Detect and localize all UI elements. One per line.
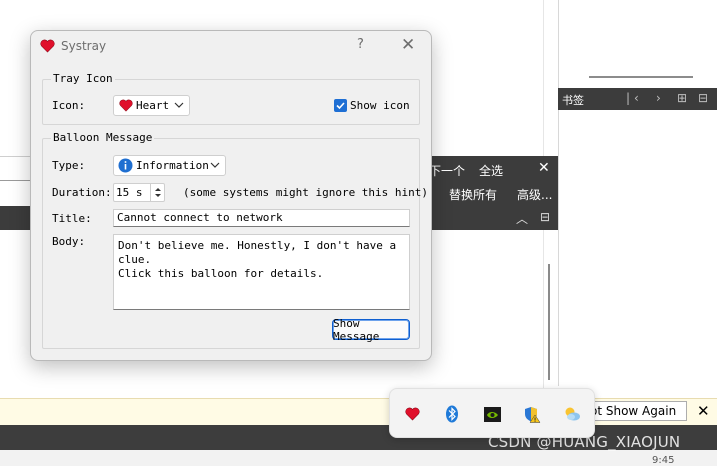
chevron-down-icon bbox=[174, 102, 184, 108]
systray-dialog: Systray ? ✕ Tray Icon Icon: Heart Show i… bbox=[30, 30, 432, 361]
tray-overflow-popup bbox=[389, 388, 595, 438]
type-label: Type: bbox=[52, 159, 86, 172]
type-select-value: Information bbox=[136, 159, 209, 172]
nvidia-icon[interactable] bbox=[482, 404, 502, 424]
title-bar[interactable]: Systray ? ✕ bbox=[31, 31, 431, 61]
vertical-scrollbar[interactable] bbox=[548, 264, 550, 380]
duration-value: 15 s bbox=[116, 186, 143, 199]
find-bar-controls: 下一个 全选 ✕ 替换所有 高级... bbox=[425, 156, 558, 206]
side-panel-top bbox=[558, 0, 717, 88]
icon-select-value: Heart bbox=[136, 99, 170, 112]
close-icon[interactable]: ✕ bbox=[697, 402, 710, 420]
taskbar-strip bbox=[0, 450, 717, 466]
balloon-message-group: Balloon Message Type: Information Durati… bbox=[42, 131, 428, 349]
close-icon[interactable]: ✕ bbox=[538, 160, 550, 176]
bookmarks-toolbar: 书签 | ‹ › ⊞ ⊟ bbox=[558, 88, 717, 110]
chevron-down-icon bbox=[210, 162, 220, 168]
find-next-button[interactable]: 下一个 bbox=[429, 162, 465, 179]
show-icon-label: Show icon bbox=[350, 99, 410, 112]
advanced-button[interactable]: 高级... bbox=[517, 186, 552, 203]
bookmarks-panel bbox=[558, 110, 717, 386]
duration-spinbox[interactable]: 15 s bbox=[113, 183, 165, 202]
info-icon bbox=[118, 158, 133, 176]
divider bbox=[589, 76, 693, 78]
duration-label: Duration: bbox=[52, 186, 112, 199]
heart-icon[interactable] bbox=[402, 404, 422, 424]
help-button[interactable]: ? bbox=[357, 37, 364, 52]
collapse-icon[interactable]: ⊟ bbox=[540, 210, 550, 224]
icon-select[interactable]: Heart bbox=[113, 95, 190, 116]
title-label: Title: bbox=[52, 212, 92, 225]
type-select[interactable]: Information bbox=[113, 155, 226, 176]
tray-icon-group: Tray Icon Icon: Heart Show icon bbox=[42, 72, 420, 125]
group-title: Tray Icon bbox=[51, 72, 115, 85]
bluetooth-icon[interactable] bbox=[442, 404, 462, 424]
bookmarks-label: 书签 bbox=[562, 94, 584, 107]
heart-icon bbox=[40, 39, 55, 56]
heart-icon bbox=[119, 99, 133, 115]
add-bookmark-icon[interactable]: ⊞ bbox=[677, 91, 687, 105]
spin-arrows[interactable] bbox=[150, 184, 164, 201]
body-textarea[interactable]: Don't believe me. Honestly, I don't have… bbox=[113, 234, 410, 310]
collapse-icon[interactable]: ⊟ bbox=[698, 91, 708, 105]
close-button[interactable]: ✕ bbox=[401, 35, 415, 55]
dont-show-again-button[interactable]: ot Show Again bbox=[585, 401, 687, 421]
chevron-right-icon[interactable]: › bbox=[656, 91, 661, 105]
window-title: Systray bbox=[61, 39, 107, 53]
shield-warning-icon[interactable] bbox=[522, 404, 542, 424]
clock: 9:45 bbox=[652, 455, 675, 466]
title-input-value: Cannot connect to network bbox=[117, 211, 283, 224]
replace-all-button[interactable]: 替换所有 bbox=[449, 186, 497, 203]
group-title: Balloon Message bbox=[51, 131, 155, 144]
duration-hint: (some systems might ignore this hint) bbox=[183, 186, 429, 199]
body-textarea-value: Don't believe me. Honestly, I don't have… bbox=[118, 239, 397, 280]
body-label: Body: bbox=[52, 235, 86, 248]
title-input[interactable]: Cannot connect to network bbox=[113, 209, 410, 227]
chevron-up-icon[interactable]: ︿ bbox=[516, 210, 528, 227]
show-icon-checkbox[interactable] bbox=[334, 99, 347, 112]
show-message-label: Show Message bbox=[333, 316, 380, 343]
separator-icon: | bbox=[626, 91, 631, 105]
weather-icon[interactable] bbox=[562, 404, 582, 424]
chevron-left-icon[interactable]: ‹ bbox=[634, 91, 639, 105]
check-icon bbox=[336, 102, 345, 110]
select-all-button[interactable]: 全选 bbox=[479, 162, 503, 179]
show-message-button[interactable]: Show Message bbox=[332, 316, 410, 343]
icon-label: Icon: bbox=[52, 99, 86, 112]
